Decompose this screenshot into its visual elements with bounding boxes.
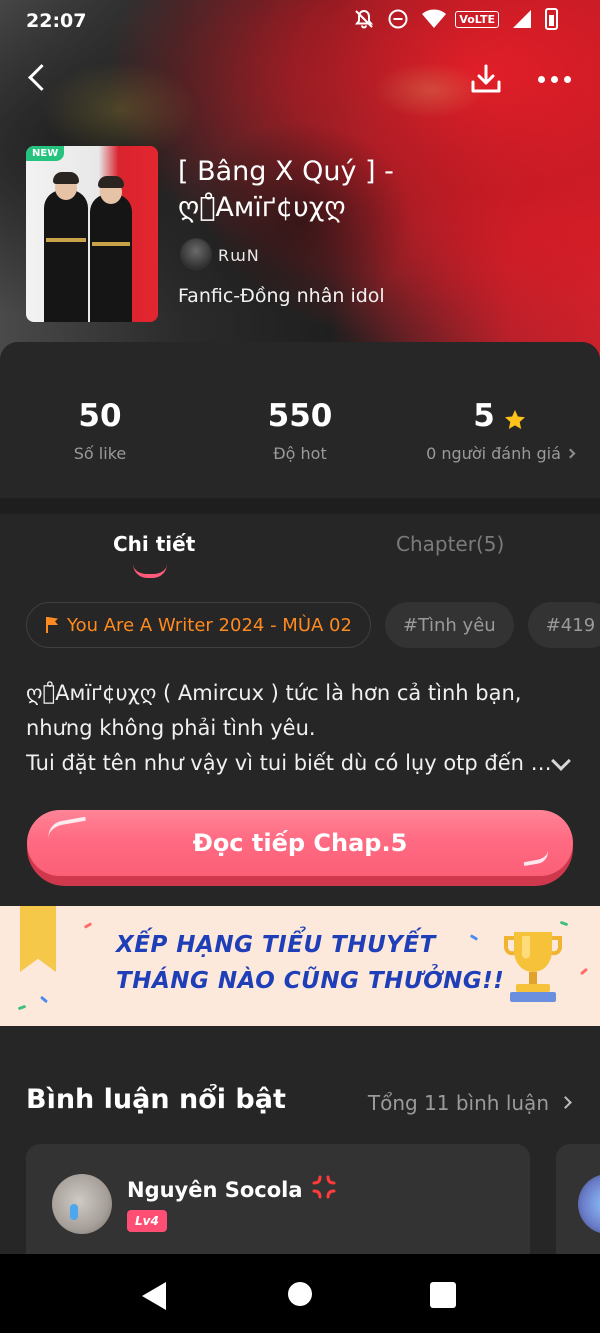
author-name[interactable]: RɯN (218, 246, 260, 265)
tab-indicator (133, 564, 167, 578)
story-cover[interactable]: NEW (26, 146, 158, 322)
tag-label: #419 (545, 614, 596, 636)
download-icon[interactable] (466, 60, 506, 100)
story-header: 22:07 VoLTE NEW [Bâng X Quý] - ღঌ̊Aмїґ… (0, 0, 600, 372)
ranking-banner[interactable]: XẾP HẠNG TIỂU THUYẾT THÁNG NÀO CŨNG THƯỞ… (0, 906, 600, 1026)
avatar[interactable] (578, 1174, 600, 1234)
hot-value: 550 (267, 398, 333, 434)
detail-content: Chi tiết Chapter(5) You Are A Writer 202… (0, 514, 600, 1254)
star-icon (503, 404, 527, 429)
chevron-down-icon[interactable] (548, 752, 576, 772)
commenter-name-row: Nguyên Socola (127, 1174, 337, 1205)
flag-icon (45, 617, 59, 633)
level-badge: Lv4 (127, 1210, 167, 1232)
continue-reading-button[interactable]: Đọc tiếp Chap.5 (27, 810, 573, 886)
stat-likes: 50 Số like (0, 398, 200, 463)
description-line: Tui đặt tên như vậy vì tui biết dù có lụ… (26, 751, 556, 775)
commenter-name: Nguyên Socola (127, 1177, 303, 1202)
rating-value: 5 (473, 398, 495, 434)
bookmark-ribbon-icon (20, 906, 56, 972)
story-genre[interactable]: Fanfic-Đồng nhân idol (178, 285, 385, 307)
tab-chapters[interactable]: Chapter(5) (396, 532, 504, 556)
mute-icon (353, 8, 375, 30)
stats-bar: 50 Số like 550 Độ hot 5 0 người đánh giá (0, 342, 600, 498)
tag-romance[interactable]: #Tình yêu (384, 602, 514, 648)
wifi-icon (421, 8, 447, 30)
continue-reading-label: Đọc tiếp Chap.5 (27, 810, 573, 876)
tag-event[interactable]: You Are A Writer 2024 - MÙA 02 (26, 602, 371, 648)
rating-label-row[interactable]: 0 người đánh giá (400, 444, 600, 463)
avatar[interactable] (52, 1174, 112, 1234)
comments-total-label: Tổng 11 bình luận (367, 1091, 549, 1115)
dnd-icon (387, 8, 409, 30)
status-bar: 22:07 VoLTE (0, 0, 600, 48)
tag-label: #Tình yêu (402, 614, 496, 636)
more-dots-icon[interactable] (532, 62, 576, 96)
status-time: 22:07 (26, 10, 87, 32)
volte-indicator: VoLTE (455, 10, 499, 28)
story-description[interactable]: ღঌ̊Aмїґ¢υχღ ( Amircux ) tức là hơn cả tì… (26, 676, 556, 781)
comment-card[interactable]: Nguyên Socola Lv4 (26, 1144, 530, 1254)
description-line: nhưng không phải tình yêu. (26, 716, 316, 740)
back-arrow-icon[interactable] (22, 58, 58, 98)
banner-line-2: THÁNG NÀO CŨNG THƯỞNG!! (116, 968, 505, 994)
tag-list: You Are A Writer 2024 - MÙA 02 #Tình yêu… (26, 602, 600, 648)
chevron-right-icon (565, 448, 576, 459)
anger-emoji-icon (311, 1174, 337, 1205)
comment-card[interactable] (556, 1144, 600, 1254)
new-badge: NEW (26, 146, 65, 161)
rating-label: 0 người đánh giá (426, 444, 561, 463)
system-back-icon[interactable] (142, 1282, 166, 1310)
tag-label: You Are A Writer 2024 - MÙA 02 (67, 614, 352, 636)
story-title: [ Bâng X Quý ] - ღঌ̊Aмїґ¢υχღ (178, 156, 394, 223)
battery-icon (545, 8, 558, 30)
stat-hot: 550 Độ hot (200, 398, 400, 463)
chevron-right-icon (559, 1095, 572, 1109)
tag-rank[interactable]: #419 (527, 602, 600, 648)
rating-value-row: 5 (400, 398, 600, 434)
hot-label: Độ hot (273, 444, 327, 463)
author-avatar[interactable] (180, 238, 212, 270)
trophy-icon (498, 928, 568, 1006)
featured-comments-heading: Bình luận nổi bật (26, 1084, 286, 1115)
likes-label: Số like (73, 444, 127, 463)
tab-detail[interactable]: Chi tiết (113, 532, 195, 556)
system-recents-icon[interactable] (430, 1282, 456, 1308)
likes-value: 50 (78, 398, 122, 434)
system-nav-bar (0, 1254, 600, 1333)
system-home-icon[interactable] (288, 1282, 312, 1306)
story-detail-panel: 50 Số like 550 Độ hot 5 0 người đánh giá… (0, 342, 600, 1254)
banner-line-1: XẾP HẠNG TIỂU THUYẾT (116, 932, 436, 958)
comments-total-link[interactable]: Tổng 11 bình luận (367, 1091, 572, 1115)
signal-icon (511, 8, 533, 30)
status-icons: VoLTE (353, 8, 558, 30)
description-line: ღঌ̊Aмїґ¢υχღ ( Amircux ) tức là hơn cả tì… (26, 681, 522, 705)
stat-rating[interactable]: 5 0 người đánh giá (400, 398, 600, 463)
